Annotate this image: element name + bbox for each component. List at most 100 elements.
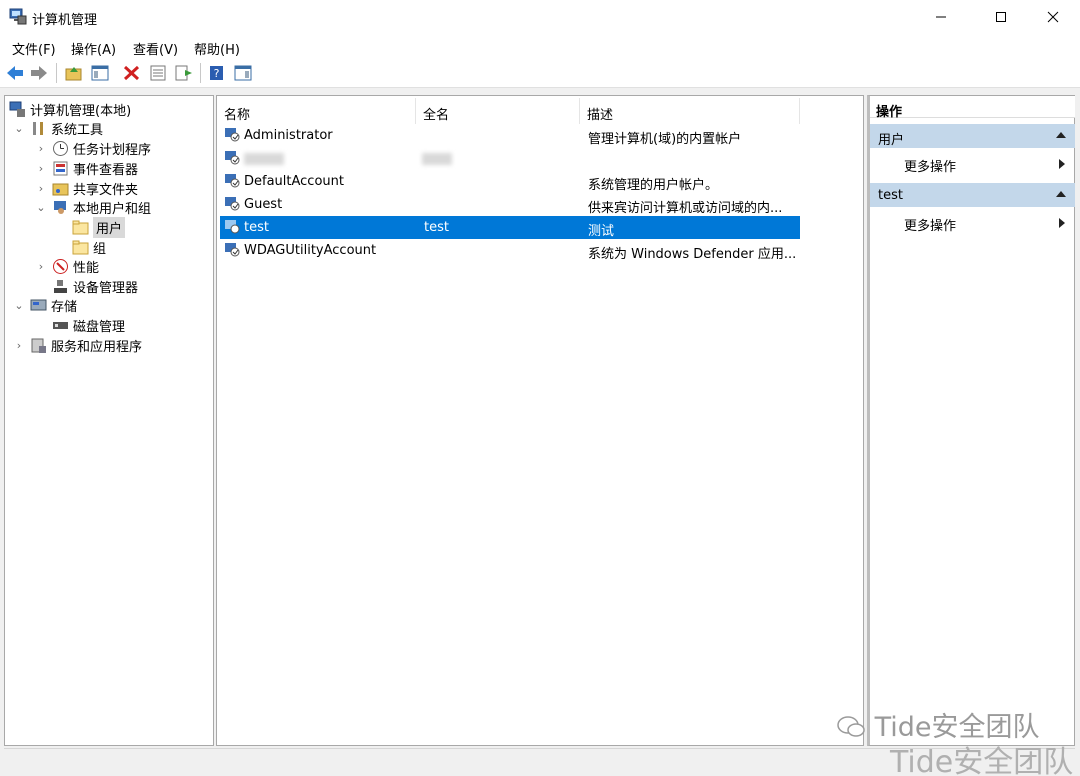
- user-name: WDAGUtilityAccount: [244, 243, 377, 258]
- user-name: Administrator: [244, 128, 333, 143]
- tree-item-services-apps[interactable]: › 服务和应用程序: [13, 335, 142, 355]
- collapse-triangle-icon[interactable]: [1056, 132, 1066, 138]
- chevron-right-icon[interactable]: ›: [35, 162, 47, 175]
- user-icon: [225, 128, 240, 142]
- table-row[interactable]: Guest 供来宾访问计算机或访问域的内...: [220, 193, 800, 216]
- tree-item-shared-folders[interactable]: › 共享文件夹: [35, 178, 138, 198]
- tree-item-groups[interactable]: 组: [72, 237, 106, 257]
- action-more-actions-test[interactable]: 更多操作: [870, 210, 1075, 234]
- tree-label: 设备管理器: [73, 280, 139, 296]
- close-button[interactable]: [1030, 0, 1076, 34]
- action-group-label: test: [878, 188, 903, 203]
- toolbar-separator: [56, 63, 57, 83]
- collapse-triangle-icon[interactable]: [1056, 191, 1066, 197]
- show-hide-console-tree-button[interactable]: [89, 62, 111, 84]
- tree-label: 事件查看器: [73, 162, 139, 178]
- chevron-right-icon[interactable]: ›: [35, 260, 47, 273]
- user-description: 系统管理的用户帐户。: [588, 178, 719, 193]
- wechat-icon: [836, 712, 875, 743]
- tree-label: 磁盘管理: [73, 319, 126, 335]
- column-header-fullname[interactable]: 全名: [416, 98, 580, 124]
- table-row[interactable]: DefaultAccount 系统管理的用户帐户。: [220, 170, 800, 193]
- computer-management-icon: [9, 8, 27, 25]
- users-group-icon: [54, 200, 66, 214]
- tree-label: 计算机管理(本地): [30, 103, 132, 119]
- action-label: 更多操作: [904, 160, 957, 175]
- actions-header: 操作: [870, 96, 1075, 120]
- user-description: 管理计算机(域)的内置帐户: [588, 132, 742, 147]
- chevron-down-icon[interactable]: ⌄: [13, 122, 25, 135]
- submenu-arrow-icon: [1059, 159, 1065, 169]
- tree-label: 本地用户和组: [73, 201, 152, 217]
- console-tree: 计算机管理(本地) ⌄ 系统工具 › 任务计划程序 › 事件查看器 › 共享文件…: [4, 95, 214, 746]
- redacted-user-name: [244, 153, 284, 165]
- help-button[interactable]: ?: [206, 62, 228, 84]
- table-row[interactable]: WDAGUtilityAccount 系统为 Windows Defender …: [220, 239, 800, 262]
- action-pane-icon: [234, 65, 252, 81]
- chevron-down-icon[interactable]: ⌄: [13, 299, 25, 312]
- delete-button[interactable]: [121, 62, 143, 84]
- actions-pane: 操作 用户 更多操作 test 更多操作: [867, 95, 1075, 746]
- tree-item-users[interactable]: 用户: [72, 216, 126, 238]
- table-row[interactable]: Administrator 管理计算机(域)的内置帐户: [220, 124, 800, 147]
- performance-icon: [53, 258, 68, 274]
- tree-item-disk-management[interactable]: 磁盘管理: [52, 315, 125, 335]
- export-list-button[interactable]: [173, 62, 195, 84]
- tree-item-root[interactable]: 计算机管理(本地): [9, 99, 131, 119]
- action-label: 更多操作: [904, 219, 957, 234]
- tree-label: 性能: [73, 260, 100, 276]
- back-button[interactable]: [4, 62, 26, 84]
- console-tree-icon: [91, 65, 109, 81]
- folder-icon: [72, 240, 89, 254]
- tree-item-task-scheduler[interactable]: › 任务计划程序: [35, 138, 151, 158]
- delete-x-icon: [123, 65, 140, 81]
- menu-view[interactable]: 查看(V): [133, 39, 178, 58]
- forward-button[interactable]: [28, 62, 50, 84]
- toolbar-separator: [200, 63, 201, 83]
- action-group-users[interactable]: 用户: [870, 124, 1075, 148]
- menu-help[interactable]: 帮助(H): [194, 39, 240, 58]
- user-icon: [225, 243, 240, 257]
- table-row[interactable]: [220, 147, 800, 170]
- properties-button[interactable]: [147, 62, 169, 84]
- user-name: test: [244, 220, 269, 235]
- tree-label: 共享文件夹: [73, 182, 139, 198]
- user-icon: [225, 151, 240, 165]
- tree-item-device-manager[interactable]: 设备管理器: [52, 276, 138, 296]
- show-hide-action-pane-button[interactable]: [232, 62, 254, 84]
- menu-file[interactable]: 文件(F): [12, 39, 56, 58]
- tree-item-event-viewer[interactable]: › 事件查看器: [35, 158, 138, 178]
- tree-item-performance[interactable]: › 性能: [35, 256, 99, 276]
- tree-item-local-users-groups[interactable]: ⌄ 本地用户和组: [35, 197, 151, 217]
- column-header-name[interactable]: 名称: [217, 98, 416, 124]
- minimize-icon: [936, 16, 946, 18]
- properties-icon: [150, 65, 166, 81]
- user-icon: [225, 197, 240, 211]
- maximize-button[interactable]: [978, 0, 1024, 34]
- chevron-down-icon[interactable]: ⌄: [35, 201, 47, 214]
- user-icon: [225, 220, 240, 234]
- tree-label: 组: [93, 241, 107, 257]
- action-more-actions-users[interactable]: 更多操作: [870, 151, 1075, 175]
- chevron-right-icon[interactable]: ›: [13, 339, 25, 352]
- event-viewer-icon: [53, 161, 68, 175]
- tree-label: 存储: [51, 299, 78, 315]
- up-level-button[interactable]: [63, 62, 85, 84]
- export-icon: [175, 65, 192, 81]
- tree-label: 系统工具: [51, 122, 104, 138]
- column-header-description[interactable]: 描述: [580, 98, 800, 124]
- minimize-button[interactable]: [918, 0, 964, 34]
- svg-text:?: ?: [214, 67, 220, 80]
- chevron-right-icon[interactable]: ›: [35, 142, 47, 155]
- tree-item-system-tools[interactable]: ⌄ 系统工具: [13, 118, 103, 138]
- user-fullname: test: [424, 220, 449, 235]
- tree-item-storage[interactable]: ⌄ 存储: [13, 295, 77, 315]
- menu-action[interactable]: 操作(A): [71, 39, 116, 58]
- computer-management-icon: [9, 101, 25, 117]
- action-group-test[interactable]: test: [870, 183, 1075, 207]
- redacted-user-fullname: [422, 153, 452, 165]
- tree-label: 任务计划程序: [73, 142, 152, 158]
- chevron-right-icon[interactable]: ›: [35, 182, 47, 195]
- table-row-selected[interactable]: test test 测试: [220, 216, 800, 239]
- tree-label: 用户: [93, 216, 126, 238]
